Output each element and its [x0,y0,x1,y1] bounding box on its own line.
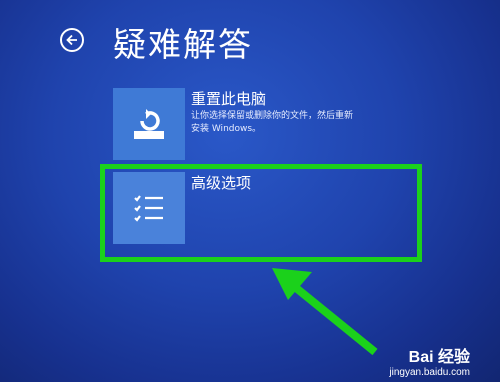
reset-pc-title: 重置此电脑 [191,90,267,108]
watermark-url: jingyan.baidu.com [389,367,470,378]
back-button[interactable] [60,28,84,52]
reset-tile [113,88,185,160]
reset-pc-description: 让你选择保留或删除你的文件，然后重新安装 Windows。 [191,111,354,134]
highlight-box [100,164,422,262]
troubleshoot-screen: { "header": { "title": "疑难解答", "back_ico… [0,0,500,382]
reset-refresh-icon [134,109,164,139]
reset-pc-option[interactable]: 重置此电脑 让你选择保留或删除你的文件，然后重新安装 Windows。 [113,88,413,162]
watermark-logo: Bai 经验 [408,349,470,366]
back-arrow-icon [66,34,77,46]
page-title: 疑难解答 [113,25,253,64]
baidu-watermark: Bai 经验 jingyan.baidu.com [389,343,470,378]
